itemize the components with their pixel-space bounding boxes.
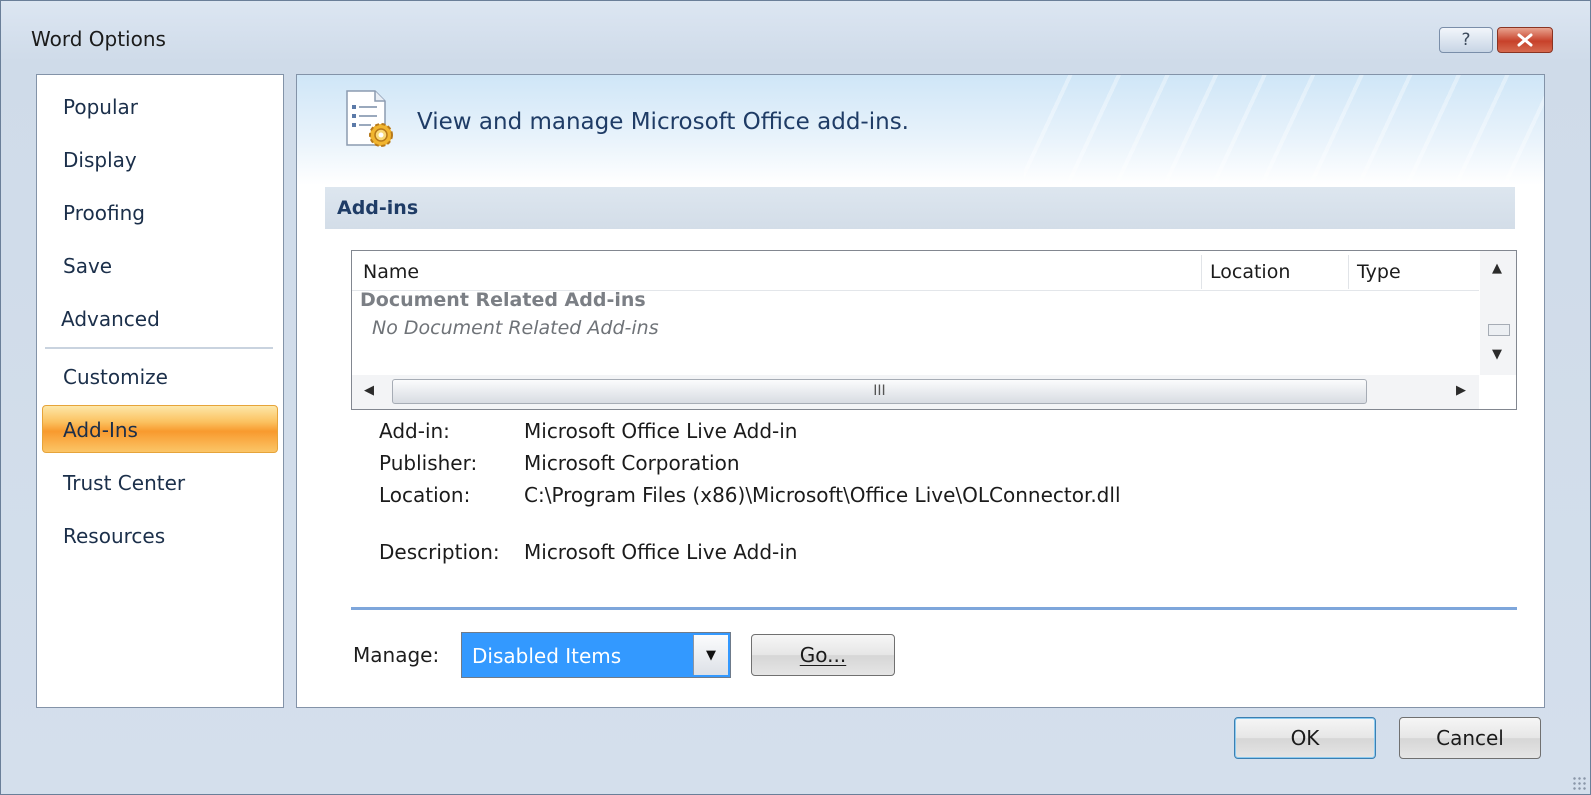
addin-name-label: Add-in: bbox=[379, 419, 450, 443]
cancel-button-label: Cancel bbox=[1436, 726, 1504, 750]
close-icon bbox=[1517, 33, 1533, 47]
content-panel: View and manage Microsoft Office add-ins… bbox=[296, 74, 1545, 708]
manage-label: Manage: bbox=[353, 643, 440, 667]
sidebar-item-popular[interactable]: Popular bbox=[63, 92, 138, 122]
horizontal-scroll-thumb[interactable]: III bbox=[392, 379, 1367, 404]
chevron-down-icon[interactable]: ▼ bbox=[693, 635, 728, 675]
column-header-type[interactable]: Type bbox=[1357, 257, 1401, 287]
cancel-button[interactable]: Cancel bbox=[1399, 717, 1541, 759]
sidebar-item-add-ins[interactable]: Add-Ins bbox=[63, 415, 138, 445]
manage-selected-value: Disabled Items bbox=[472, 644, 622, 668]
banner-decoration bbox=[1024, 75, 1544, 185]
sidebar-item-advanced[interactable]: Advanced bbox=[61, 304, 160, 334]
content-divider bbox=[351, 607, 1517, 610]
help-button[interactable]: ? bbox=[1439, 27, 1493, 53]
sidebar-item-proofing[interactable]: Proofing bbox=[63, 198, 145, 228]
close-button[interactable] bbox=[1497, 27, 1553, 53]
word-options-dialog: Word Options ? Popular Display Proofing … bbox=[0, 0, 1591, 795]
description-value: Microsoft Office Live Add-in bbox=[524, 540, 798, 564]
sidebar-item-display[interactable]: Display bbox=[63, 145, 137, 175]
resize-grip-icon[interactable] bbox=[1572, 776, 1586, 790]
column-header-location[interactable]: Location bbox=[1210, 257, 1290, 287]
sidebar-item-customize[interactable]: Customize bbox=[63, 362, 168, 392]
go-button-label: Go... bbox=[799, 643, 847, 667]
section-title: Add-ins bbox=[337, 197, 419, 219]
scroll-down-icon[interactable]: ▼ bbox=[1492, 347, 1502, 362]
column-divider[interactable] bbox=[1201, 255, 1202, 289]
location-label: Location: bbox=[379, 483, 471, 507]
addins-list[interactable]: Name Location Type Document Related Add-… bbox=[351, 250, 1517, 410]
go-button[interactable]: Go... bbox=[751, 634, 895, 676]
sidebar-item-trust-center[interactable]: Trust Center bbox=[63, 468, 185, 498]
page-banner: View and manage Microsoft Office add-ins… bbox=[297, 75, 1544, 185]
list-empty-text: No Document Related Add-ins bbox=[372, 317, 659, 339]
list-group-label: Document Related Add-ins bbox=[360, 289, 646, 311]
description-label: Description: bbox=[379, 540, 500, 564]
title-bar: Word Options ? bbox=[1, 1, 1591, 71]
sidebar-item-resources[interactable]: Resources bbox=[63, 521, 165, 551]
column-divider[interactable] bbox=[1348, 255, 1349, 289]
scroll-up-icon[interactable]: ▲ bbox=[1492, 261, 1502, 276]
page-heading: View and manage Microsoft Office add-ins… bbox=[417, 109, 909, 135]
scroll-left-icon[interactable]: ◀ bbox=[364, 383, 374, 398]
location-value: C:\Program Files (x86)\Microsoft\Office … bbox=[524, 483, 1121, 507]
column-header-name[interactable]: Name bbox=[363, 257, 419, 287]
section-header: Add-ins bbox=[325, 187, 1515, 229]
ok-button-label: OK bbox=[1290, 726, 1320, 750]
vertical-scroll-thumb[interactable] bbox=[1488, 324, 1510, 336]
publisher-label: Publisher: bbox=[379, 451, 478, 475]
help-icon: ? bbox=[1461, 30, 1471, 50]
manage-dropdown[interactable]: Disabled Items ▼ bbox=[461, 632, 731, 678]
sidebar-item-save[interactable]: Save bbox=[63, 251, 112, 281]
options-sidebar: Popular Display Proofing Save Advanced C… bbox=[36, 74, 284, 708]
ok-button[interactable]: OK bbox=[1234, 717, 1376, 759]
window-title: Word Options bbox=[31, 27, 166, 51]
horizontal-scrollbar[interactable]: ◀ III ▶ bbox=[352, 375, 1479, 409]
scroll-right-icon[interactable]: ▶ bbox=[1456, 383, 1466, 398]
addin-name-value: Microsoft Office Live Add-in bbox=[524, 419, 798, 443]
addins-gear-icon bbox=[346, 90, 393, 147]
publisher-value: Microsoft Corporation bbox=[524, 451, 740, 475]
sidebar-separator bbox=[45, 347, 273, 349]
vertical-scrollbar[interactable]: ▲ ▼ bbox=[1480, 251, 1516, 375]
scroll-grip-icon: III bbox=[873, 383, 886, 399]
list-header: Name Location Type bbox=[352, 251, 1479, 291]
